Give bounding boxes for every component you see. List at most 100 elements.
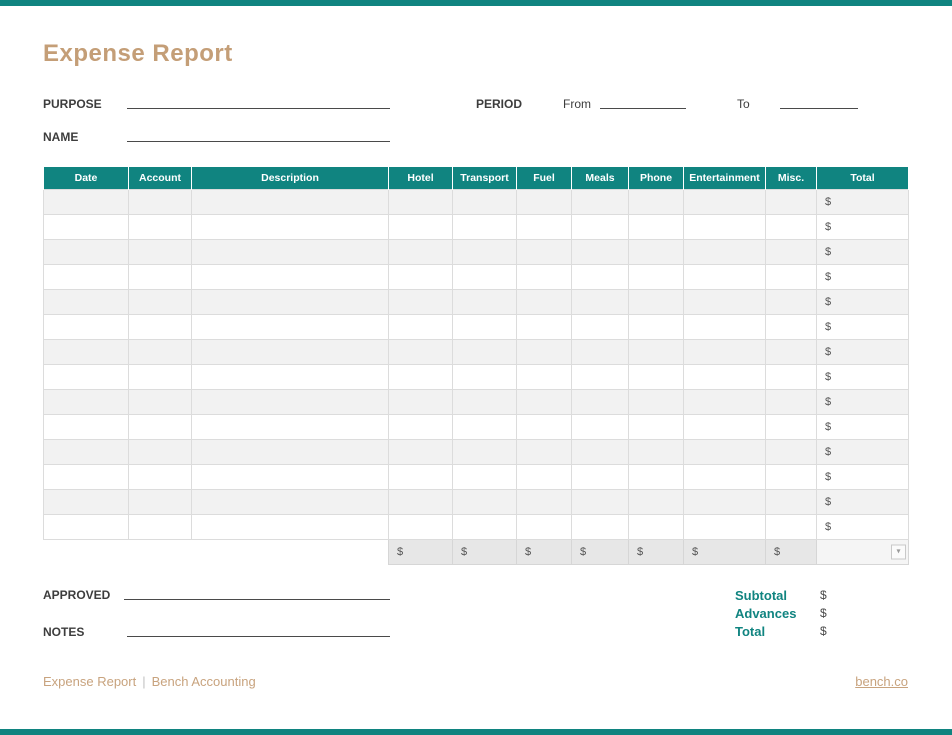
table-cell[interactable] [629, 440, 684, 465]
table-cell[interactable] [44, 340, 129, 365]
table-cell[interactable] [766, 390, 817, 415]
table-cell[interactable] [684, 515, 766, 540]
table-cell[interactable] [129, 190, 192, 215]
table-cell[interactable] [517, 340, 572, 365]
table-cell[interactable] [684, 240, 766, 265]
table-cell[interactable] [684, 340, 766, 365]
table-cell[interactable] [684, 365, 766, 390]
table-cell[interactable] [629, 290, 684, 315]
period-to-field[interactable] [780, 90, 858, 109]
table-cell[interactable] [129, 390, 192, 415]
table-cell[interactable] [629, 190, 684, 215]
table-cell[interactable] [192, 190, 389, 215]
table-cell[interactable] [389, 265, 453, 290]
table-cell[interactable] [192, 340, 389, 365]
totals-sum-cell[interactable]: $ [517, 540, 572, 565]
table-cell[interactable] [517, 515, 572, 540]
table-cell[interactable] [766, 515, 817, 540]
table-cell[interactable] [453, 215, 517, 240]
table-cell[interactable] [684, 215, 766, 240]
totals-sum-cell[interactable]: $ [766, 540, 817, 565]
table-cell[interactable] [629, 315, 684, 340]
table-cell[interactable] [684, 440, 766, 465]
table-cell[interactable] [766, 465, 817, 490]
table-cell[interactable] [192, 515, 389, 540]
table-cell[interactable] [629, 365, 684, 390]
table-cell[interactable] [572, 315, 629, 340]
table-cell[interactable] [389, 365, 453, 390]
row-total-cell[interactable]: $ [817, 390, 909, 415]
table-cell[interactable] [44, 490, 129, 515]
row-total-cell[interactable]: $ [817, 215, 909, 240]
table-cell[interactable] [192, 315, 389, 340]
table-cell[interactable] [453, 340, 517, 365]
table-cell[interactable] [517, 290, 572, 315]
table-cell[interactable] [192, 490, 389, 515]
table-cell[interactable] [629, 215, 684, 240]
table-cell[interactable] [766, 190, 817, 215]
table-cell[interactable] [453, 190, 517, 215]
table-cell[interactable] [684, 415, 766, 440]
table-cell[interactable] [129, 290, 192, 315]
row-total-cell[interactable]: $ [817, 315, 909, 340]
table-cell[interactable] [192, 390, 389, 415]
table-cell[interactable] [766, 415, 817, 440]
table-cell[interactable] [389, 240, 453, 265]
row-total-cell[interactable]: $ [817, 265, 909, 290]
table-cell[interactable] [44, 465, 129, 490]
table-cell[interactable] [389, 415, 453, 440]
table-cell[interactable] [517, 265, 572, 290]
table-cell[interactable] [453, 365, 517, 390]
table-cell[interactable] [766, 215, 817, 240]
row-total-cell[interactable]: $ [817, 365, 909, 390]
totals-sum-cell[interactable]: $ [389, 540, 453, 565]
table-cell[interactable] [453, 515, 517, 540]
table-cell[interactable] [129, 215, 192, 240]
table-cell[interactable] [44, 415, 129, 440]
table-cell[interactable] [453, 240, 517, 265]
table-cell[interactable] [572, 515, 629, 540]
table-cell[interactable] [572, 465, 629, 490]
row-total-cell[interactable]: $ [817, 290, 909, 315]
table-cell[interactable] [192, 215, 389, 240]
row-total-cell[interactable]: $ [817, 240, 909, 265]
approved-field[interactable] [124, 581, 390, 600]
period-from-field[interactable] [600, 90, 686, 109]
table-cell[interactable] [629, 340, 684, 365]
table-cell[interactable] [192, 265, 389, 290]
table-cell[interactable] [129, 440, 192, 465]
table-cell[interactable] [453, 490, 517, 515]
table-cell[interactable] [572, 215, 629, 240]
table-cell[interactable] [517, 240, 572, 265]
totals-sum-cell[interactable]: $ [572, 540, 629, 565]
table-cell[interactable] [572, 240, 629, 265]
table-cell[interactable] [389, 390, 453, 415]
dropdown-arrow-icon[interactable]: ▾ [891, 545, 906, 560]
table-cell[interactable] [192, 440, 389, 465]
table-cell[interactable] [766, 315, 817, 340]
table-cell[interactable] [44, 315, 129, 340]
table-cell[interactable] [517, 215, 572, 240]
table-cell[interactable] [766, 340, 817, 365]
table-cell[interactable] [389, 340, 453, 365]
table-cell[interactable] [517, 440, 572, 465]
table-cell[interactable] [192, 290, 389, 315]
table-cell[interactable] [629, 465, 684, 490]
table-cell[interactable] [453, 315, 517, 340]
table-cell[interactable] [44, 290, 129, 315]
totals-sum-cell[interactable]: $ [684, 540, 766, 565]
table-cell[interactable] [129, 415, 192, 440]
table-cell[interactable] [389, 515, 453, 540]
table-cell[interactable] [44, 515, 129, 540]
table-cell[interactable] [389, 440, 453, 465]
table-cell[interactable] [453, 265, 517, 290]
table-cell[interactable] [766, 290, 817, 315]
table-cell[interactable] [517, 190, 572, 215]
row-total-cell[interactable]: $ [817, 190, 909, 215]
table-cell[interactable] [572, 415, 629, 440]
table-cell[interactable] [684, 465, 766, 490]
table-cell[interactable] [389, 190, 453, 215]
table-cell[interactable] [684, 390, 766, 415]
table-cell[interactable] [629, 240, 684, 265]
notes-field[interactable] [127, 618, 390, 637]
